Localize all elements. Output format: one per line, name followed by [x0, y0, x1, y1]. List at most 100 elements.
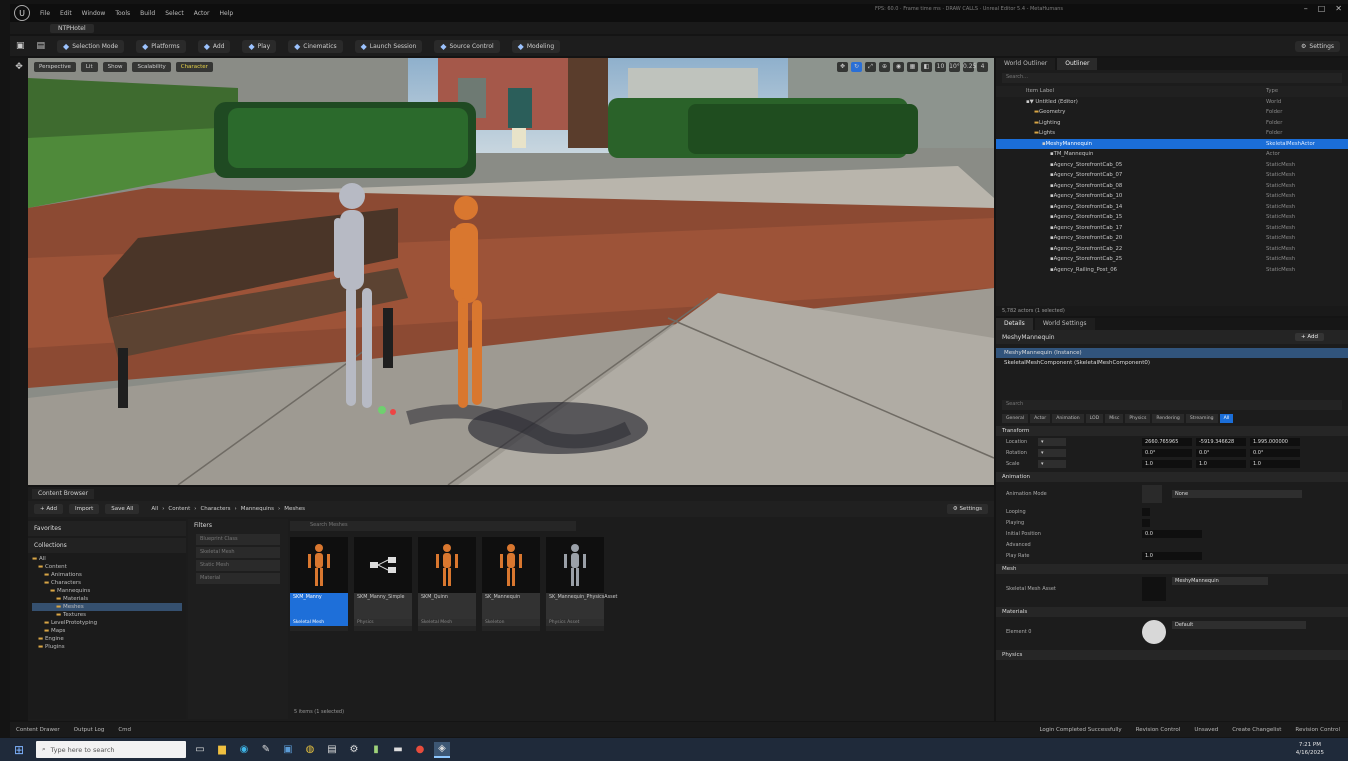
scale-x[interactable]: 1.0 — [1142, 459, 1192, 468]
status-item[interactable]: Output Log — [74, 727, 105, 733]
scale-z[interactable]: 1.0 — [1250, 459, 1300, 468]
status-right-item[interactable]: Create Changelist — [1232, 727, 1281, 733]
filter-item[interactable]: Blueprint Class — [196, 534, 280, 545]
viewport-tool-icon[interactable]: ✥ — [837, 62, 848, 72]
details-search[interactable]: Search — [1002, 400, 1342, 410]
content-browser-tab[interactable]: Content Browser — [32, 489, 95, 499]
menu-edit[interactable]: Edit — [60, 10, 72, 17]
collections-header[interactable]: Collections — [28, 538, 186, 553]
breadcrumb-item[interactable]: Meshes — [284, 506, 305, 512]
category-tab[interactable]: Actor — [1030, 414, 1051, 423]
category-tab[interactable]: General — [1002, 414, 1029, 423]
cb-button-1[interactable]: Import — [69, 504, 100, 514]
rotation-x[interactable]: 0.0° — [1142, 448, 1192, 457]
viewport-chip-show[interactable]: Show — [102, 62, 128, 72]
menu-select[interactable]: Select — [165, 10, 184, 17]
viewport-tool-icon[interactable]: 10° — [949, 62, 960, 72]
outliner-row[interactable]: ▬ Geometry Folder — [996, 107, 1348, 118]
toolbar-button-5[interactable]: ◆ Launch Session — [354, 39, 423, 53]
folder-engine[interactable]: ▬ Engine — [32, 635, 182, 643]
maximize-icon[interactable]: □ — [1318, 4, 1326, 13]
mesh-section[interactable]: Mesh — [996, 564, 1348, 574]
outliner-row[interactable]: ▪ Agency_Railing_Post_06 StaticMesh — [996, 265, 1348, 276]
folder-characters[interactable]: ▬ Characters — [32, 579, 182, 587]
settings-icon[interactable]: ⚙ — [346, 742, 362, 758]
viewport-tool-icon[interactable]: ◉ — [893, 62, 904, 72]
toolbar-button-7[interactable]: ◆ Modeling — [511, 39, 561, 53]
skeletal-asset-dropdown[interactable]: MeshyMannequin — [1172, 577, 1268, 585]
breadcrumb-item[interactable]: Mannequins — [241, 506, 274, 512]
close-icon[interactable]: ✕ — [1335, 4, 1342, 13]
clock[interactable]: 7:21 PM 4/16/2025 — [1296, 741, 1324, 757]
folder-all[interactable]: ▬ All — [32, 555, 182, 563]
windows-start-icon[interactable]: ⊞ — [14, 743, 30, 757]
category-tab[interactable]: Streaming — [1185, 414, 1218, 423]
menu-file[interactable]: File — [40, 10, 50, 17]
notepad-icon[interactable]: ▮ — [368, 742, 384, 758]
cb-button-0[interactable]: + Add — [34, 504, 64, 514]
settings-button[interactable]: ⚙ Settings — [1295, 40, 1340, 52]
scale-dropdown[interactable]: ▾ — [1038, 459, 1066, 468]
status-right-item[interactable]: Revision Control — [1295, 727, 1340, 733]
rotation-y[interactable]: 0.0° — [1196, 448, 1246, 457]
physics-section[interactable]: Physics — [996, 650, 1348, 660]
folder-materials[interactable]: ▬ Materials — [32, 595, 182, 603]
viewport-chip-lit[interactable]: Lit — [80, 62, 98, 72]
location-y[interactable]: -5919.346628 — [1196, 437, 1246, 446]
folder-plugins[interactable]: ▬ Plugins — [32, 643, 182, 651]
menu-actor[interactable]: Actor — [194, 10, 210, 17]
category-tab[interactable]: Rendering — [1152, 414, 1184, 423]
folder-mannequins[interactable]: ▬ Mannequins — [32, 587, 182, 595]
asset-search-input[interactable]: Search Meshes — [290, 521, 576, 531]
outliner-row[interactable]: ▬ Lights Folder — [996, 128, 1348, 139]
save-icon[interactable]: ▣ — [16, 41, 25, 51]
toolbar-button-1[interactable]: ◆ Platforms — [136, 39, 186, 53]
status-right-item[interactable]: Login Completed Successfully — [1039, 727, 1121, 733]
transform-section[interactable]: Transform — [996, 426, 1348, 436]
viewport-tool-icon[interactable]: 4 — [977, 62, 988, 72]
outliner-row[interactable]: ▪ Agency_StorefrontCab_07 StaticMesh — [996, 170, 1348, 181]
breadcrumb-item[interactable]: All — [151, 506, 158, 512]
viewport-tool-icon[interactable]: ▦ — [907, 62, 918, 72]
edge-icon[interactable]: ◉ — [236, 742, 252, 758]
menu-window[interactable]: Window — [82, 10, 106, 17]
toolbar-button-2[interactable]: ◆ Add — [197, 39, 231, 53]
outliner-row[interactable]: ▪ Agency_StorefrontCab_14 StaticMesh — [996, 202, 1348, 213]
component-item[interactable]: SkeletalMeshComponent (SkeletalMeshCompo… — [996, 358, 1348, 368]
scale-y[interactable]: 1.0 — [1196, 459, 1246, 468]
location-x[interactable]: 2660.765965 — [1142, 437, 1192, 446]
outliner-row[interactable]: ▪ Agency_StorefrontCab_20 StaticMesh — [996, 233, 1348, 244]
toolbar-button-6[interactable]: ◆ Source Control — [434, 39, 500, 53]
folder-textures[interactable]: ▬ Textures — [32, 611, 182, 619]
task-view-icon[interactable]: ▭ — [192, 742, 208, 758]
toolbar-button-0[interactable]: ◆ Selection Mode — [57, 39, 125, 53]
file-explorer-icon[interactable]: ▆ — [214, 742, 230, 758]
browse-icon[interactable]: ▤ — [37, 41, 46, 51]
outliner-row[interactable]: ▪ Agency_StorefrontCab_05 StaticMesh — [996, 160, 1348, 171]
outliner-row[interactable]: ▪ Agency_StorefrontCab_10 StaticMesh — [996, 191, 1348, 202]
folder-content[interactable]: ▬ Content — [32, 563, 182, 571]
minimize-icon[interactable]: – — [1304, 4, 1308, 13]
breadcrumb-item[interactable]: Content — [168, 506, 190, 512]
anim-prop-value[interactable] — [1142, 507, 1150, 516]
rotation-dropdown[interactable]: ▾ — [1038, 448, 1066, 457]
outliner-row[interactable]: ▪ ▼ Untitled (Editor) World — [996, 97, 1348, 108]
breadcrumb-item[interactable]: Characters — [200, 506, 230, 512]
location-z[interactable]: 1.995.000000 — [1250, 437, 1300, 446]
chrome-icon[interactable]: ◍ — [302, 742, 318, 758]
anim-prop-value[interactable]: 0.0 — [1142, 529, 1202, 538]
play-rate-field[interactable]: 1.0 — [1142, 551, 1202, 560]
anim-mode-dropdown[interactable]: None — [1172, 490, 1302, 498]
outliner-row[interactable]: ▪ TM_Mannequin Actor — [996, 149, 1348, 160]
asset-tile[interactable]: SKM_Manny Skeletal Mesh — [290, 537, 348, 631]
viewport-tool-icon[interactable]: ◧ — [921, 62, 932, 72]
asset-tile[interactable]: SK_Mannequin_PhysicsAsset Physics Asset — [546, 537, 617, 631]
viewport-tool-icon[interactable]: 10 — [935, 62, 946, 72]
viewport-tool-icon[interactable]: ⤢ — [865, 62, 876, 72]
anim-prop-value[interactable] — [1142, 518, 1150, 527]
viewport-chip-perspective[interactable]: Perspective — [34, 62, 76, 72]
unreal-taskbar-icon[interactable]: ◈ — [434, 741, 450, 758]
status-right-item[interactable]: Revision Control — [1136, 727, 1181, 733]
cb-settings-button[interactable]: ⚙ Settings — [946, 504, 988, 514]
folder-meshes[interactable]: ▬ Meshes — [32, 603, 182, 611]
